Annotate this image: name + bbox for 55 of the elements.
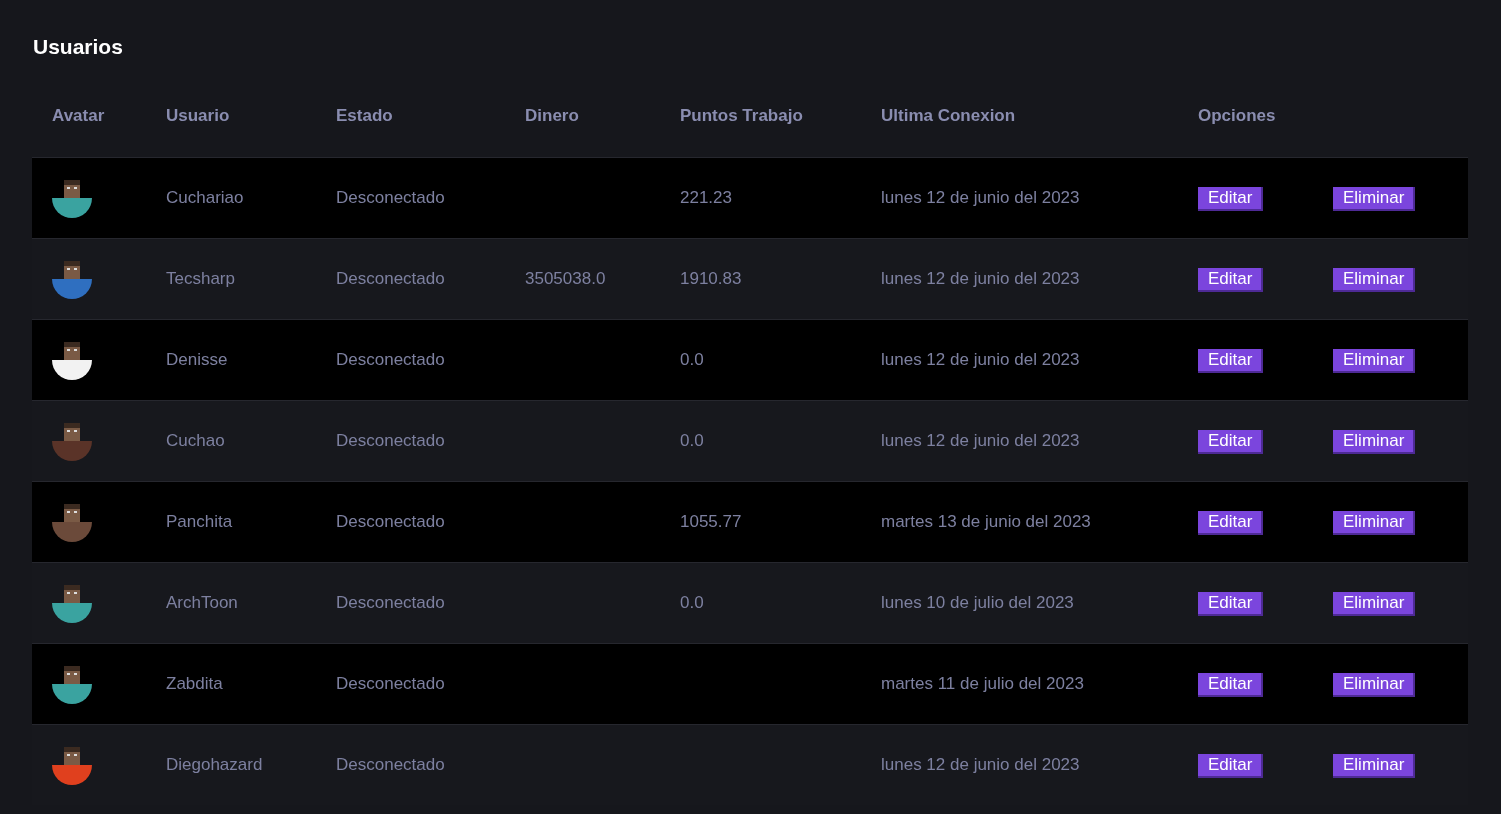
column-header: Avatar [52, 106, 105, 126]
edit-button[interactable]: Editar [1198, 348, 1264, 373]
column-header: Puntos Trabajo [680, 106, 803, 126]
edit-button[interactable]: Editar [1198, 186, 1264, 211]
points-value: 0.0 [680, 592, 704, 612]
edit-button[interactable]: Editar [1198, 753, 1264, 778]
last-connection: martes 11 de julio del 2023 [881, 673, 1084, 693]
column-header: Estado [336, 106, 393, 126]
status-text: Desconectado [336, 268, 445, 288]
edit-button[interactable]: Editar [1198, 672, 1264, 697]
user-name: Cuchariao [166, 187, 244, 207]
last-connection: lunes 12 de junio del 2023 [881, 755, 1080, 775]
delete-button[interactable]: Eliminar [1333, 510, 1416, 535]
user-name: ArchToon [166, 592, 238, 612]
user-name: Zabdita [166, 673, 223, 693]
delete-button[interactable]: Eliminar [1333, 429, 1416, 454]
last-connection: lunes 12 de junio del 2023 [881, 268, 1080, 288]
edit-button[interactable]: Editar [1198, 510, 1264, 535]
delete-button[interactable]: Eliminar [1333, 348, 1416, 373]
column-header: Ultima Conexion [881, 106, 1016, 126]
delete-button[interactable]: Eliminar [1333, 753, 1416, 778]
last-connection: lunes 10 de julio del 2023 [881, 592, 1074, 612]
status-text: Desconectado [336, 187, 445, 207]
column-header: Usuario [166, 106, 230, 126]
column-header: Dinero [525, 106, 579, 126]
status-text: Desconectado [336, 673, 445, 693]
points-value: 221.23 [680, 187, 732, 207]
last-connection: lunes 12 de junio del 2023 [881, 187, 1080, 207]
delete-button[interactable]: Eliminar [1333, 186, 1416, 211]
edit-button[interactable]: Editar [1198, 267, 1264, 292]
points-value: 1055.77 [680, 511, 742, 531]
money-value: 3505038.0 [525, 268, 606, 288]
points-value: 1910.83 [680, 268, 742, 288]
status-text: Desconectado [336, 511, 445, 531]
page-title: Usuarios [33, 34, 124, 60]
delete-button[interactable]: Eliminar [1333, 672, 1416, 697]
status-text: Desconectado [336, 755, 445, 775]
user-name: Denisse [166, 349, 228, 369]
last-connection: lunes 12 de junio del 2023 [881, 430, 1080, 450]
column-header: Opciones [1198, 106, 1276, 126]
user-name: Panchita [166, 511, 233, 531]
last-connection: lunes 12 de junio del 2023 [881, 349, 1080, 369]
user-name: Tecsharp [166, 268, 235, 288]
user-name: Diegohazard [166, 755, 263, 775]
points-value: 0.0 [680, 430, 704, 450]
last-connection: martes 13 de junio del 2023 [881, 511, 1091, 531]
status-text: Desconectado [336, 592, 445, 612]
edit-button[interactable]: Editar [1198, 591, 1264, 616]
edit-button[interactable]: Editar [1198, 429, 1264, 454]
status-text: Desconectado [336, 430, 445, 450]
delete-button[interactable]: Eliminar [1333, 267, 1416, 292]
status-text: Desconectado [336, 349, 445, 369]
user-name: Cuchao [166, 430, 225, 450]
points-value: 0.0 [680, 349, 704, 369]
delete-button[interactable]: Eliminar [1333, 591, 1416, 616]
